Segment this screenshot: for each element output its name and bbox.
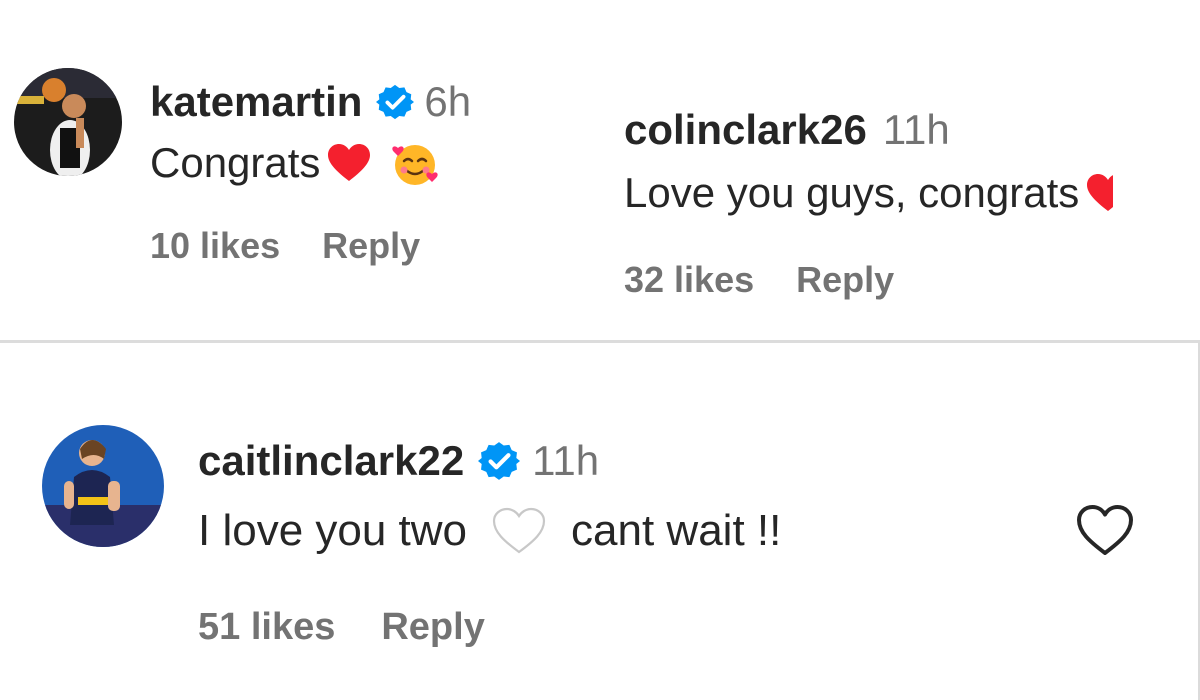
likes-count[interactable]: 10 likes — [150, 225, 280, 267]
timestamp: 11h — [532, 437, 600, 484]
avatar-katemartin[interactable] — [14, 68, 122, 176]
likes-count[interactable]: 51 likes — [198, 606, 335, 649]
reply-button[interactable]: Reply — [796, 259, 894, 301]
timestamp: 11h — [882, 106, 950, 153]
comment-text: I love you two — [198, 506, 468, 555]
bottom-screenshot-panel: caitlinclark22 11h I love you two cant w… — [0, 343, 1200, 700]
red-heart-emoji-icon — [326, 143, 372, 183]
avatar-image — [42, 425, 164, 547]
username[interactable]: katemartin — [150, 78, 362, 126]
timestamp: 6h — [424, 78, 472, 125]
comment-text-continued: cant wait !! — [571, 506, 782, 555]
comment-text: Love you guys, congrats — [624, 169, 1080, 216]
reply-button[interactable]: Reply — [381, 606, 484, 649]
verified-badge-icon — [478, 440, 521, 482]
username[interactable]: caitlinclark22 — [198, 437, 464, 485]
comment-text: Congrats — [150, 139, 321, 186]
like-heart-icon[interactable] — [1074, 503, 1136, 559]
likes-count[interactable]: 32 likes — [624, 259, 754, 301]
verified-badge-icon — [376, 83, 415, 121]
smiling-face-with-hearts-emoji-icon — [390, 138, 440, 188]
red-heart-emoji-icon — [1085, 173, 1114, 213]
avatar-caitlinclark22[interactable] — [42, 425, 164, 547]
reply-button[interactable]: Reply — [322, 225, 420, 267]
avatar-image — [14, 68, 122, 176]
top-screenshot-panel: ​ katemartin 6h — [0, 0, 1200, 340]
white-heart-emoji-icon — [491, 506, 547, 556]
username[interactable]: colinclark26 — [624, 106, 867, 154]
